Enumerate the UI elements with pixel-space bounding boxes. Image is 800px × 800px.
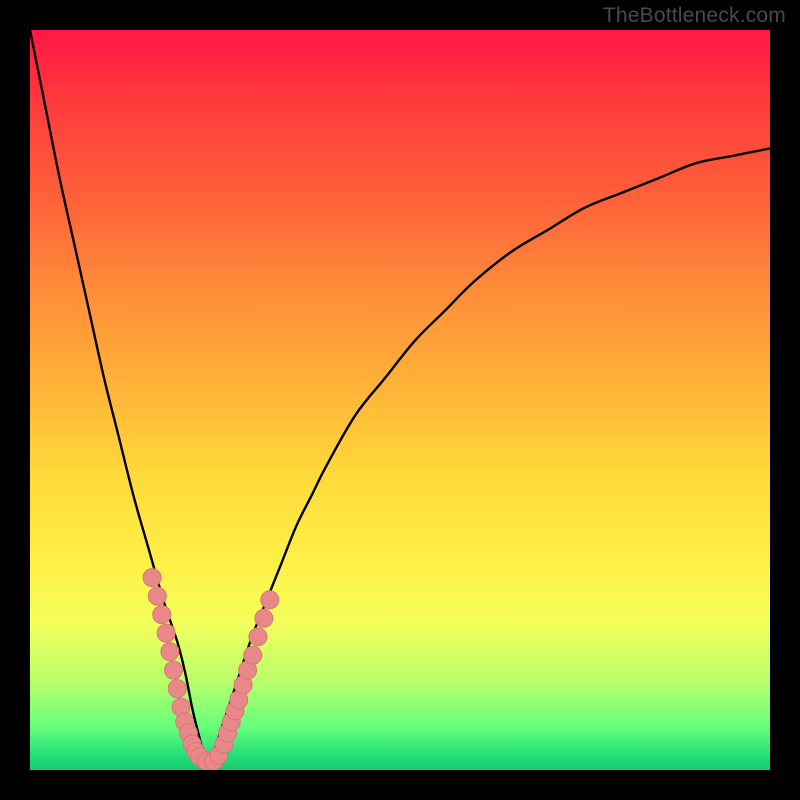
curve-right-branch <box>208 148 770 770</box>
highlight-dot <box>226 702 244 720</box>
highlight-dot <box>244 646 262 664</box>
highlight-dot <box>176 713 194 731</box>
highlight-dot <box>183 735 201 753</box>
highlight-dot <box>179 724 197 742</box>
highlight-dot <box>261 591 279 609</box>
curve-left-branch <box>30 30 208 770</box>
highlight-dot <box>161 643 179 661</box>
highlight-dot <box>234 676 252 694</box>
highlight-dot <box>172 698 190 716</box>
highlight-dot <box>153 606 171 624</box>
highlight-dot <box>249 628 267 646</box>
highlight-dot <box>222 713 240 731</box>
chart-svg <box>30 30 770 770</box>
highlight-dot <box>215 735 233 753</box>
highlight-dot <box>157 624 175 642</box>
highlight-dot <box>168 680 186 698</box>
highlight-dot <box>230 691 248 709</box>
highlight-dot <box>219 724 237 742</box>
highlight-dot <box>205 752 223 770</box>
highlight-dot <box>148 587 166 605</box>
highlight-dot <box>190 748 208 766</box>
chart-frame: TheBottleneck.com <box>0 0 800 800</box>
highlight-dot <box>143 569 161 587</box>
highlight-dot <box>255 609 273 627</box>
watermark-text: TheBottleneck.com <box>603 4 786 28</box>
highlight-dots <box>143 569 279 770</box>
highlight-dot <box>187 743 205 761</box>
plot-area <box>30 30 770 770</box>
highlight-dot <box>165 661 183 679</box>
highlight-dot <box>197 752 215 770</box>
highlight-dot <box>210 746 228 764</box>
highlight-dot <box>239 661 257 679</box>
